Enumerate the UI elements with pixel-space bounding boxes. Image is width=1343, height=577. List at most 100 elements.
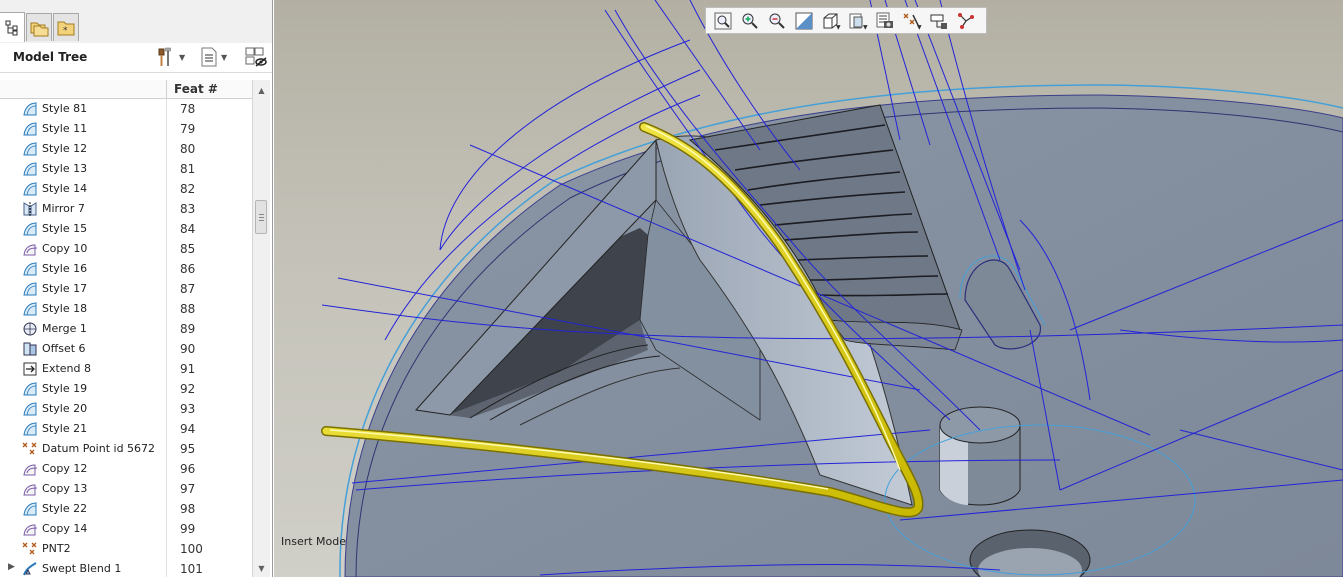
tree-row[interactable]: Style 16 86 <box>0 259 252 279</box>
model-tree-panel: * Model Tree ▼ ▼ Feat # Style 81 78 Styl… <box>0 0 273 577</box>
svg-text:*: * <box>63 26 68 36</box>
annotation-display-icon <box>930 14 947 29</box>
tree-row[interactable]: Style 21 94 <box>0 419 252 439</box>
tree-row-name: Style 21 <box>42 422 88 435</box>
tree-row-feat-number: 82 <box>180 182 196 196</box>
graphics-viewport[interactable]: Insert Mode <box>274 0 1343 577</box>
tree-row-name: Swept Blend 1 <box>42 562 122 575</box>
tree-row-name: Style 14 <box>42 182 88 195</box>
style-surface-icon <box>23 302 37 316</box>
tree-row[interactable]: ▶ Swept Blend 1 101 <box>0 559 252 577</box>
tree-row-name: Style 81 <box>42 102 88 115</box>
style-surface-icon <box>23 382 37 396</box>
datum-display-button[interactable]: ▼ <box>898 9 925 32</box>
zoom-in-icon <box>742 13 758 29</box>
tree-row-feat-number: 94 <box>180 422 196 436</box>
tree-row[interactable]: Merge 1 89 <box>0 319 252 339</box>
tree-row[interactable]: Mirror 7 83 <box>0 199 252 219</box>
repaint-button[interactable] <box>790 9 817 32</box>
tree-row[interactable]: PNT2 100 <box>0 539 252 559</box>
tree-vertical-scrollbar[interactable]: ▲ ▼ <box>252 80 270 577</box>
style-surface-icon <box>23 222 37 236</box>
tree-row[interactable]: Style 81 78 <box>0 99 252 119</box>
tree-row-name: Copy 13 <box>42 482 88 495</box>
tree-row-name: Style 16 <box>42 262 88 275</box>
saved-orientations-button[interactable]: ▼ <box>844 9 871 32</box>
repaint-icon <box>795 12 812 29</box>
svg-text:▼: ▼ <box>917 24 922 30</box>
folder-browser-tab[interactable] <box>26 13 52 41</box>
tree-row[interactable]: Style 15 84 <box>0 219 252 239</box>
tree-row[interactable]: Copy 12 96 <box>0 459 252 479</box>
display-style-button[interactable]: ▼ <box>817 9 844 32</box>
settings-button[interactable]: ▼ <box>156 46 185 68</box>
tree-row[interactable]: Copy 13 97 <box>0 479 252 499</box>
tree-filter-icon <box>245 47 267 67</box>
show-button[interactable]: ▼ <box>200 46 227 68</box>
feat-number-column-header[interactable]: Feat # <box>174 82 218 96</box>
style-surface-icon <box>23 502 37 516</box>
model-tree-title: Model Tree <box>13 50 88 64</box>
graphics-view-toolbar: ▼ ▼ ▼ <box>705 7 987 34</box>
tree-row-feat-number: 80 <box>180 142 196 156</box>
model-tree-rows: Style 81 78 Style 11 79 Style 12 80 Style 13 81… <box>0 99 252 577</box>
tree-filter-button[interactable] <box>244 46 268 68</box>
annotation-display-button[interactable] <box>925 9 952 32</box>
tree-row-name: Offset 6 <box>42 342 86 355</box>
tree-row-feat-number: 89 <box>180 322 196 336</box>
tree-row[interactable]: Copy 14 99 <box>0 519 252 539</box>
tree-row[interactable]: Style 14 82 <box>0 179 252 199</box>
style-surface-icon <box>23 182 37 196</box>
tree-row[interactable]: Style 13 81 <box>0 159 252 179</box>
tree-row-feat-number: 95 <box>180 442 196 456</box>
tree-row[interactable]: Offset 6 90 <box>0 339 252 359</box>
model-tree-tab[interactable] <box>0 12 25 42</box>
tree-row-name: Extend 8 <box>42 362 91 375</box>
tree-row-feat-number: 100 <box>180 542 203 556</box>
tree-row-name: Mirror 7 <box>42 202 85 215</box>
spin-center-button[interactable] <box>952 9 979 32</box>
tree-row[interactable]: Extend 8 91 <box>0 359 252 379</box>
tree-row[interactable]: Style 20 93 <box>0 399 252 419</box>
scroll-thumb[interactable] <box>255 200 267 234</box>
copy-surface-icon <box>23 484 38 496</box>
tree-row[interactable]: Style 22 98 <box>0 499 252 519</box>
zoom-out-icon <box>769 13 785 29</box>
zoom-out-button[interactable] <box>763 9 790 32</box>
tree-row[interactable]: Copy 10 85 <box>0 239 252 259</box>
panel-tab-strip: * <box>0 0 272 44</box>
tree-row[interactable]: Datum Point id 5672 95 <box>0 439 252 459</box>
tree-row-name: PNT2 <box>42 542 71 555</box>
style-surface-icon <box>23 402 37 416</box>
style-surface-icon <box>23 162 37 176</box>
view-manager-button[interactable] <box>871 9 898 32</box>
insert-mode-indicator: Insert Mode <box>281 535 347 548</box>
tree-row-name: Style 20 <box>42 402 88 415</box>
folder-browser-tab-icon <box>30 22 49 36</box>
wheel-model-scene[interactable] <box>274 0 1343 577</box>
settings-dropdown-arrow: ▼ <box>179 52 186 62</box>
tree-row[interactable]: Style 11 79 <box>0 119 252 139</box>
expand-arrow-icon[interactable]: ▶ <box>8 562 15 572</box>
scroll-up-button[interactable]: ▲ <box>253 82 270 98</box>
tree-row-feat-number: 97 <box>180 482 196 496</box>
view-manager-icon <box>876 12 893 28</box>
tree-row[interactable]: Style 17 87 <box>0 279 252 299</box>
merge-icon <box>23 322 37 336</box>
zoom-refit-button[interactable] <box>709 9 736 32</box>
tree-row-feat-number: 87 <box>180 282 196 296</box>
extend-icon <box>23 362 37 376</box>
scroll-down-button[interactable]: ▼ <box>253 560 270 576</box>
tree-row[interactable]: Style 18 88 <box>0 299 252 319</box>
tree-row[interactable]: Style 12 80 <box>0 139 252 159</box>
tree-row-feat-number: 78 <box>180 102 196 116</box>
tree-row[interactable]: Style 19 92 <box>0 379 252 399</box>
favorites-tab[interactable]: * <box>53 13 79 41</box>
copy-surface-icon <box>23 524 38 536</box>
zoom-in-button[interactable] <box>736 9 763 32</box>
tree-row-feat-number: 81 <box>180 162 196 176</box>
style-surface-icon <box>23 142 37 156</box>
swept-blend-icon <box>23 562 37 576</box>
tree-row-name: Copy 14 <box>42 522 88 535</box>
saved-orientations-icon: ▼ <box>849 13 868 30</box>
